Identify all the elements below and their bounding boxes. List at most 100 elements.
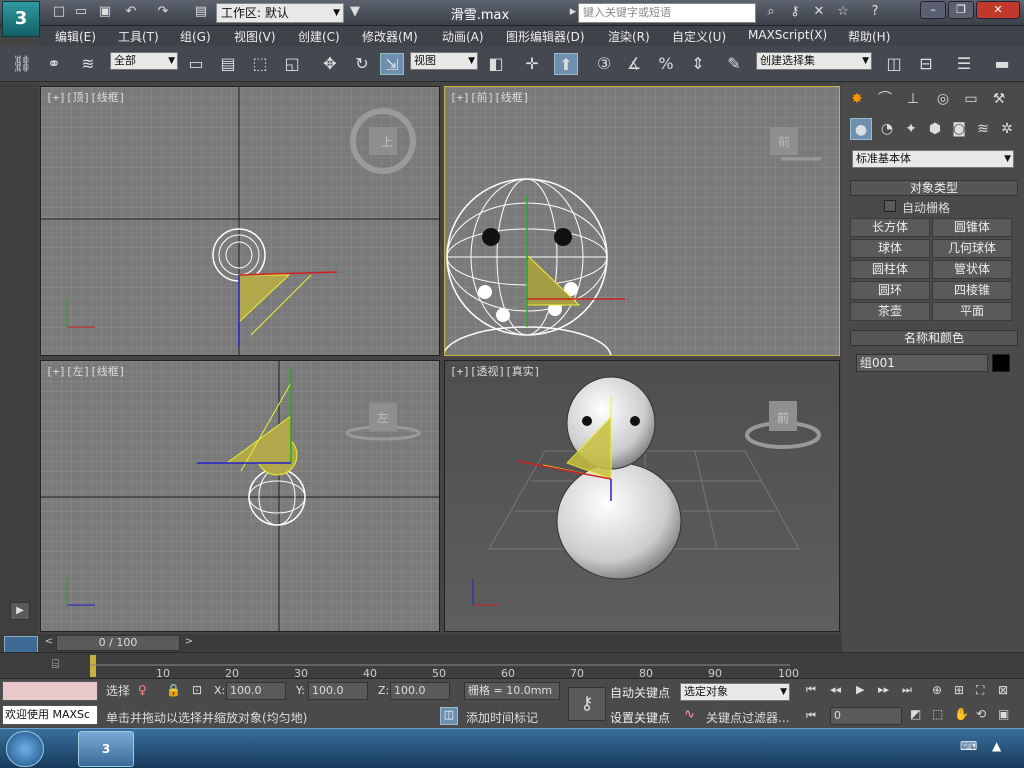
- workspace-arrow-icon[interactable]: ▼: [346, 4, 364, 20]
- graphite-toolbar-icon[interactable]: ▬: [990, 53, 1014, 75]
- category-dropdown[interactable]: 标准基本体 ▼: [852, 150, 1014, 168]
- auto-grid-checkbox[interactable]: [884, 200, 896, 212]
- modify-tab-icon[interactable]: ⌒: [874, 88, 896, 110]
- start-button[interactable]: [6, 731, 44, 767]
- menu-maxscript[interactable]: MAXScript(X): [748, 28, 827, 42]
- key-filters-icon[interactable]: ∿: [684, 707, 702, 722]
- lock-selection-icon[interactable]: 🔒: [166, 683, 181, 697]
- object-color-swatch[interactable]: [992, 354, 1010, 372]
- curve-editor-icon[interactable]: ⌸: [52, 657, 72, 675]
- track-bar[interactable]: ⌸ 10 20 30 40 50 60 70 80 90 100: [0, 652, 1024, 680]
- pivot-center-icon[interactable]: ◧: [484, 53, 508, 75]
- prev-frame-icon[interactable]: ◂◂: [830, 683, 850, 696]
- pan-icon[interactable]: ✋: [954, 707, 974, 721]
- workspace-dropdown[interactable]: 工作区: 默认 ▼: [216, 3, 344, 23]
- new-file-icon[interactable]: □: [50, 4, 68, 20]
- save-file-icon[interactable]: ▣: [96, 4, 114, 20]
- space-warps-icon[interactable]: ≋: [972, 118, 994, 140]
- zoom-extents-all-icon[interactable]: ⊠: [998, 683, 1018, 697]
- move-icon[interactable]: ✥: [318, 53, 342, 75]
- reference-coord-dropdown[interactable]: 视图 ▼: [410, 52, 478, 70]
- search-input[interactable]: 键入关键字或短语: [578, 3, 756, 23]
- goto-start-icon[interactable]: ⏮: [806, 683, 826, 697]
- maximize-button[interactable]: ❐: [948, 1, 974, 19]
- menu-help[interactable]: 帮助(H): [848, 28, 890, 45]
- undo-icon[interactable]: ↶: [122, 4, 140, 20]
- play-icon[interactable]: ▶: [856, 683, 876, 696]
- add-time-tag-label[interactable]: 添加时间标记: [466, 709, 562, 726]
- binoculars-icon[interactable]: ⌕: [762, 4, 780, 20]
- object-type-rollout[interactable]: 对象类型: [850, 180, 1018, 196]
- menu-create[interactable]: 创建(C): [298, 28, 340, 45]
- link-icon[interactable]: ⛓: [10, 53, 34, 75]
- time-tag-icon[interactable]: ◫: [440, 707, 458, 725]
- zoom-icon[interactable]: ⊕: [932, 683, 952, 697]
- plane-button[interactable]: 平面: [932, 302, 1012, 321]
- menu-customize[interactable]: 自定义(U): [672, 28, 726, 45]
- keyboard-tray-icon[interactable]: ⌨: [960, 739, 980, 753]
- teapot-button[interactable]: 茶壶: [850, 302, 930, 321]
- motion-tab-icon[interactable]: ◎: [932, 88, 954, 110]
- favorites-icon[interactable]: ☆: [834, 4, 852, 20]
- viewport-front-label[interactable]: [+][前][线框]: [450, 89, 529, 105]
- keyboard-shortcut-override-icon[interactable]: ⬆: [554, 53, 578, 75]
- set-key-button[interactable]: 设置关键点: [610, 709, 676, 726]
- rectangular-selection-icon[interactable]: ⬚: [248, 53, 272, 75]
- menu-tools[interactable]: 工具(T): [118, 28, 159, 45]
- select-object-icon[interactable]: ▭: [184, 53, 208, 75]
- key-filters-button[interactable]: 关键点过滤器...: [706, 709, 796, 726]
- zoom-extents-icon[interactable]: ⛶: [976, 683, 996, 698]
- selection-filter-dropdown[interactable]: 全部 ▼: [110, 52, 178, 70]
- absolute-mode-icon[interactable]: ⊡: [192, 683, 206, 697]
- minimize-button[interactable]: –: [920, 1, 946, 19]
- menu-edit[interactable]: 编辑(E): [55, 28, 96, 45]
- viewport-left-label[interactable]: [+][左][线框]: [46, 363, 125, 379]
- align-icon[interactable]: ⊟: [914, 53, 938, 75]
- viewcube-left-face[interactable]: 左: [373, 409, 393, 426]
- spinner-snap-icon[interactable]: ⇕: [686, 53, 710, 75]
- select-manipulate-icon[interactable]: ✛: [520, 53, 544, 75]
- maxscript-listener-mini[interactable]: [2, 681, 98, 701]
- tube-button[interactable]: 管状体: [932, 260, 1012, 279]
- viewport-left[interactable]: [+][左][线框] 左: [40, 360, 440, 632]
- torus-button[interactable]: 圆环: [850, 281, 930, 300]
- named-selection-dropdown[interactable]: 创建选择集 ▼: [756, 52, 872, 70]
- sphere-button[interactable]: 球体: [850, 239, 930, 258]
- unlink-icon[interactable]: ⚭: [42, 53, 66, 75]
- current-frame-input[interactable]: 0: [830, 707, 902, 725]
- object-name-input[interactable]: 组001: [856, 354, 988, 372]
- create-tab-icon[interactable]: ✸: [846, 88, 868, 110]
- orbit-icon[interactable]: ⟲: [976, 707, 996, 721]
- auto-key-button[interactable]: 自动关键点: [610, 684, 676, 701]
- menu-graph-editors[interactable]: 图形编辑器(D): [506, 28, 585, 45]
- viewport-perspective[interactable]: [+][透视][真实] 前: [444, 360, 840, 632]
- time-slider-thumb[interactable]: 0 / 100: [56, 635, 180, 651]
- rotate-icon[interactable]: ↻: [350, 53, 374, 75]
- field-of-view-icon[interactable]: ◩: [910, 707, 930, 721]
- geosphere-button[interactable]: 几何球体: [932, 239, 1012, 258]
- app-logo[interactable]: 3: [2, 1, 40, 37]
- viewport-top[interactable]: [+][顶][线框] 上: [40, 86, 440, 356]
- menu-animation[interactable]: 动画(A): [442, 28, 484, 45]
- cylinder-button[interactable]: 圆柱体: [850, 260, 930, 279]
- open-file-icon[interactable]: ▭: [72, 4, 90, 20]
- play-ribbon-icon[interactable]: ▶: [10, 602, 30, 620]
- z-coord-input[interactable]: 100.0: [390, 682, 450, 700]
- viewport-perspective-label[interactable]: [+][透视][真实]: [450, 363, 540, 379]
- bind-space-warp-icon[interactable]: ≋: [76, 53, 100, 75]
- menu-group[interactable]: 组(G): [180, 28, 211, 45]
- scale-icon[interactable]: ⇲: [380, 53, 404, 75]
- name-color-rollout[interactable]: 名称和颜色: [850, 330, 1018, 346]
- viewcube-front-face[interactable]: 前: [774, 133, 794, 150]
- systems-icon[interactable]: ✲: [996, 118, 1018, 140]
- region-zoom-icon[interactable]: ⬚: [932, 707, 952, 721]
- time-next-arrow[interactable]: >: [182, 636, 196, 650]
- wrench-icon[interactable]: ✕: [810, 4, 828, 20]
- viewport-top-label[interactable]: [+][顶][线框]: [46, 89, 125, 105]
- welcome-text[interactable]: 欢迎使用 MAXSc: [2, 705, 98, 725]
- taskbar-3dsmax-button[interactable]: 3: [78, 731, 134, 767]
- viewcube-persp-face[interactable]: 前: [773, 409, 793, 426]
- display-tab-icon[interactable]: ▭: [960, 88, 982, 110]
- window-crossing-icon[interactable]: ◱: [280, 53, 304, 75]
- lights-icon[interactable]: ✦: [900, 118, 922, 140]
